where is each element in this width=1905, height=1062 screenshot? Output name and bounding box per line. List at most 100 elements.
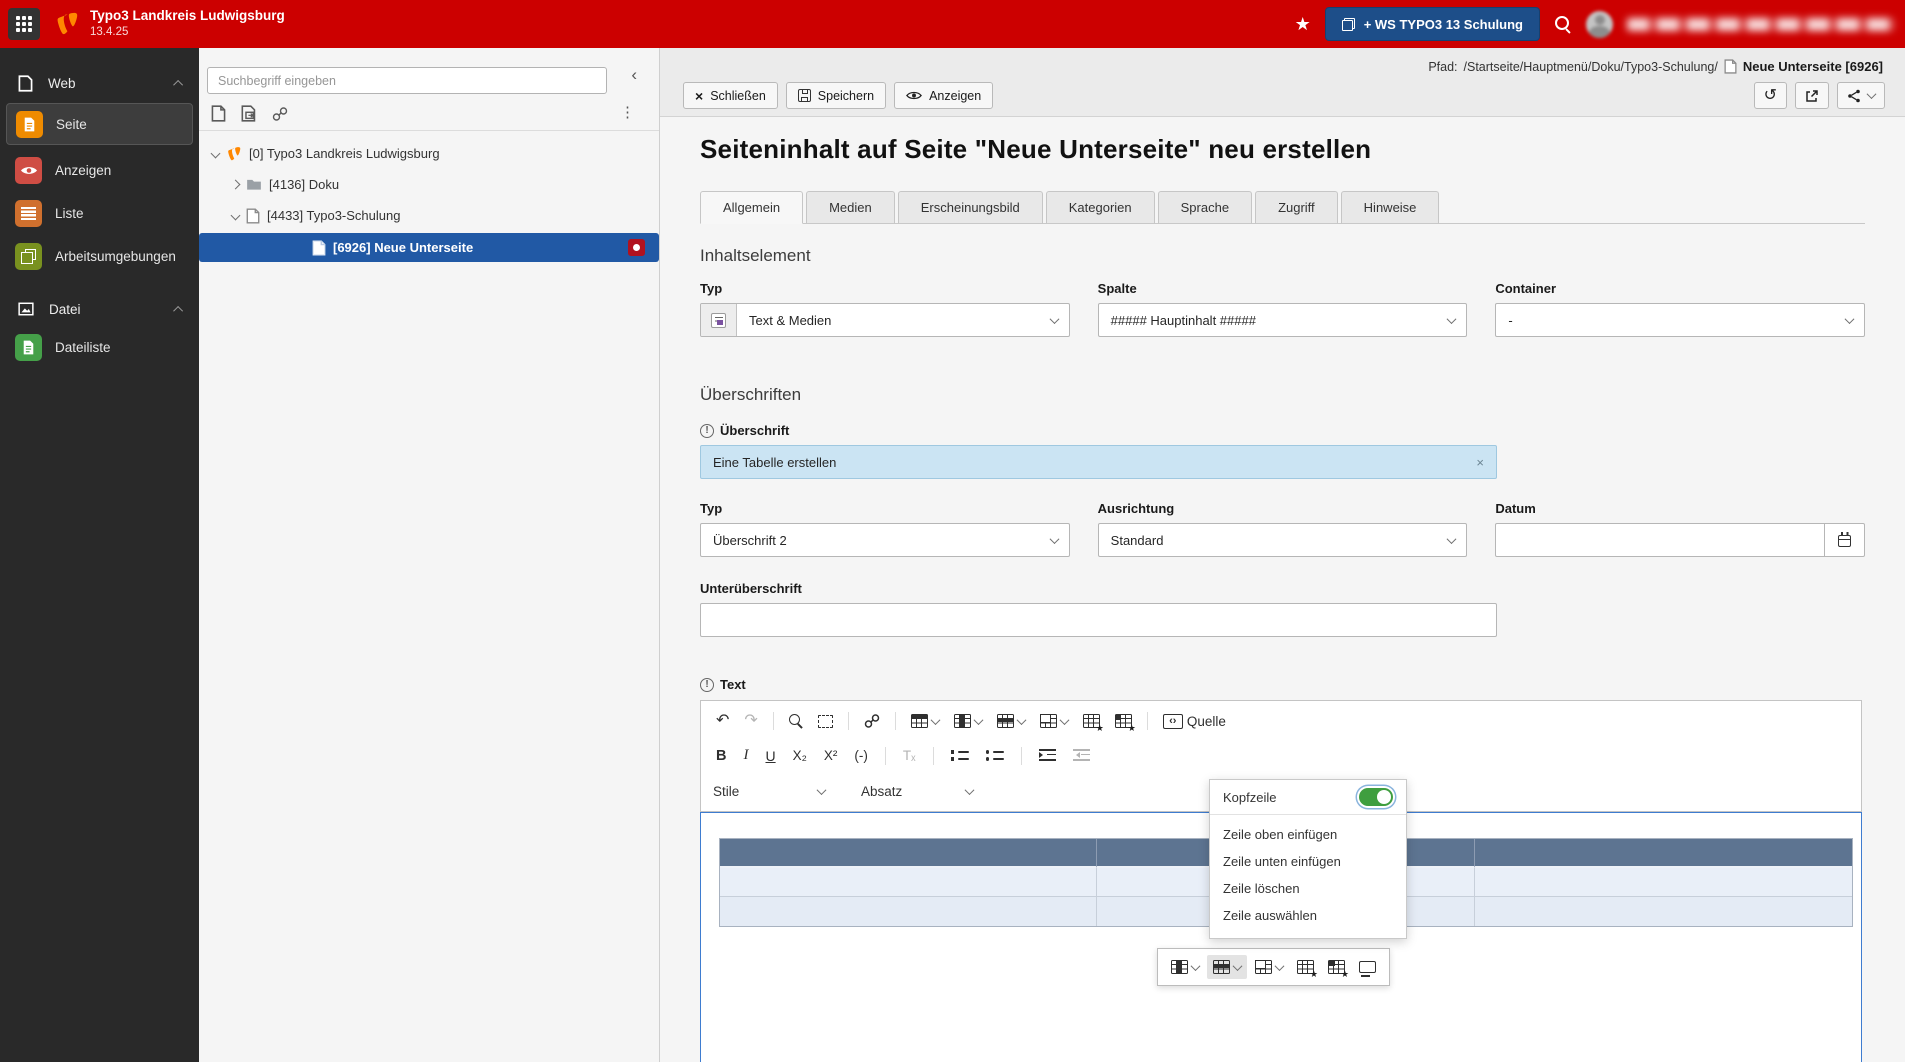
table-cell[interactable] (1475, 897, 1852, 926)
table-row-button[interactable] (992, 710, 1030, 732)
ueberschrift-typ-select[interactable]: Überschrift 2 (700, 523, 1070, 557)
user-avatar[interactable] (1586, 11, 1613, 38)
module-section-datei[interactable]: Datei (0, 296, 199, 322)
sidebar-item-seite[interactable]: Seite (6, 103, 193, 145)
indent-button[interactable] (1034, 745, 1061, 766)
spalte-select[interactable]: ##### Hauptinhalt ##### (1098, 303, 1468, 337)
table-column-icon (1171, 960, 1188, 974)
menu-item-insert-row-above[interactable]: Zeile oben einfügen (1210, 821, 1406, 848)
module-grid-button[interactable] (8, 8, 40, 40)
undo-button[interactable]: ↶ (711, 709, 734, 733)
tab-medien[interactable]: Medien (806, 191, 895, 224)
stop-editing-icon[interactable] (628, 239, 645, 256)
view-module-icon (15, 157, 42, 184)
fullscreen-icon (1359, 961, 1376, 973)
tree-search-input[interactable] (207, 67, 607, 94)
header-row-toggle-item[interactable]: Kopfzeile (1210, 780, 1406, 814)
subscript-button[interactable]: X₂ (788, 744, 812, 767)
menu-item-delete-row[interactable]: Zeile löschen (1210, 875, 1406, 902)
balloon-cell-properties-button[interactable] (1322, 955, 1351, 979)
search-icon[interactable] (1554, 15, 1572, 33)
table-cell[interactable] (1475, 868, 1852, 897)
remove-format-button[interactable]: Tₓ (898, 744, 921, 767)
italic-button[interactable]: I (738, 743, 753, 768)
workspace-button[interactable]: + WS TYPO3 13 Schulung (1325, 7, 1540, 41)
ueberschrift-input[interactable]: Eine Tabelle erstellen × (700, 445, 1497, 479)
collapse-tree-icon[interactable]: ‹ (631, 66, 637, 83)
link-icon[interactable] (272, 106, 288, 122)
table-column-button[interactable] (949, 710, 987, 732)
table-cell[interactable] (720, 897, 1097, 926)
user-name-redacted[interactable] (1627, 18, 1895, 31)
toolbar-separator (895, 712, 896, 730)
datepicker-button[interactable] (1825, 523, 1865, 557)
styles-dropdown[interactable]: Stile (713, 784, 825, 799)
container-select[interactable]: - (1495, 303, 1865, 337)
header-row-toggle-switch[interactable] (1359, 788, 1393, 806)
table-cell[interactable] (720, 868, 1097, 897)
view-button[interactable]: Anzeigen (894, 82, 993, 109)
history-button[interactable]: ↺ (1754, 82, 1787, 109)
paragraph-format-dropdown[interactable]: Absatz (861, 784, 973, 799)
chevron-down-icon[interactable] (231, 211, 241, 221)
close-button[interactable]: × Schließen (683, 82, 778, 109)
chevron-right-icon[interactable] (231, 180, 241, 190)
tab-hinweise[interactable]: Hinweise (1341, 191, 1440, 224)
bullet-list-button[interactable] (981, 745, 1009, 766)
tab-kategorien[interactable]: Kategorien (1046, 191, 1155, 224)
balloon-column-button[interactable] (1165, 955, 1205, 979)
insert-table-button[interactable] (906, 710, 944, 732)
tree-node-typo3-schulung[interactable]: [4433] Typo3-Schulung (199, 200, 659, 231)
find-replace-button[interactable] (784, 710, 808, 732)
ausrichtung-select[interactable]: Standard (1098, 523, 1468, 557)
typ-select[interactable]: Text & Medien (700, 303, 1070, 337)
tree-node-doku[interactable]: [4136] Doku (199, 169, 659, 200)
tab-erscheinungsbild[interactable]: Erscheinungsbild (898, 191, 1043, 224)
select-all-button[interactable] (813, 711, 838, 732)
menu-item-insert-row-below[interactable]: Zeile unten einfügen (1210, 848, 1406, 875)
save-button[interactable]: Speichern (786, 82, 886, 109)
menu-item-select-row[interactable]: Zeile auswählen (1210, 902, 1406, 929)
unterueberschrift-input[interactable] (700, 603, 1497, 637)
new-page-icon[interactable] (211, 105, 226, 122)
sidebar-item-dateiliste[interactable]: Dateiliste (6, 329, 193, 365)
superscript-button[interactable]: X² (819, 744, 843, 767)
table-header-cell[interactable] (720, 839, 1097, 868)
sidebar-item-arbeitsumgebungen[interactable]: Arbeitsumgebungen (6, 238, 193, 274)
datum-input[interactable] (1495, 523, 1825, 557)
bookmark-star-icon[interactable]: ★ (1295, 15, 1311, 33)
balloon-fullscreen-button[interactable] (1353, 956, 1382, 978)
module-menu: Web Seite Anzeigen Liste Arbeitsumgebung… (0, 48, 199, 1062)
outdent-button[interactable] (1068, 745, 1095, 766)
tree-node-neue-unterseite-selected[interactable]: [6926] Neue Unterseite (199, 233, 659, 262)
underline-button[interactable]: U (760, 744, 780, 768)
insert-link-button[interactable] (859, 709, 885, 733)
tab-allgemein[interactable]: Allgemein (700, 191, 803, 224)
source-button[interactable]: ‹› Quelle (1158, 710, 1231, 733)
new-page-drag-icon[interactable] (241, 105, 257, 122)
source-icon: ‹› (1163, 714, 1183, 729)
sidebar-item-anzeigen[interactable]: Anzeigen (6, 152, 193, 188)
sidebar-item-liste[interactable]: Liste (6, 195, 193, 231)
tree-more-icon[interactable]: ⋮ (620, 103, 635, 121)
balloon-merge-button[interactable] (1249, 955, 1289, 979)
tree-node-root[interactable]: [0] Typo3 Landkreis Ludwigsburg (199, 138, 659, 169)
table-header-cell[interactable] (1475, 839, 1852, 868)
balloon-table-properties-button[interactable] (1291, 955, 1320, 979)
balloon-row-button[interactable] (1207, 955, 1247, 979)
table-properties-button[interactable] (1078, 710, 1105, 732)
numbered-list-button[interactable] (946, 745, 974, 766)
cell-properties-button[interactable] (1110, 710, 1137, 732)
open-in-new-window-button[interactable] (1795, 82, 1829, 109)
clear-field-icon[interactable]: × (1476, 455, 1484, 470)
share-button[interactable] (1837, 82, 1885, 109)
chevron-down-icon[interactable] (211, 149, 221, 159)
bold-button[interactable]: B (711, 744, 731, 768)
soft-hyphen-button[interactable]: (-) (849, 744, 873, 767)
table-icon (911, 714, 928, 728)
redo-button[interactable]: ↷ (739, 709, 762, 733)
tab-sprache[interactable]: Sprache (1158, 191, 1252, 224)
merge-cells-button[interactable] (1035, 710, 1073, 732)
module-section-web[interactable]: Web (0, 70, 199, 96)
tab-zugriff[interactable]: Zugriff (1255, 191, 1338, 224)
